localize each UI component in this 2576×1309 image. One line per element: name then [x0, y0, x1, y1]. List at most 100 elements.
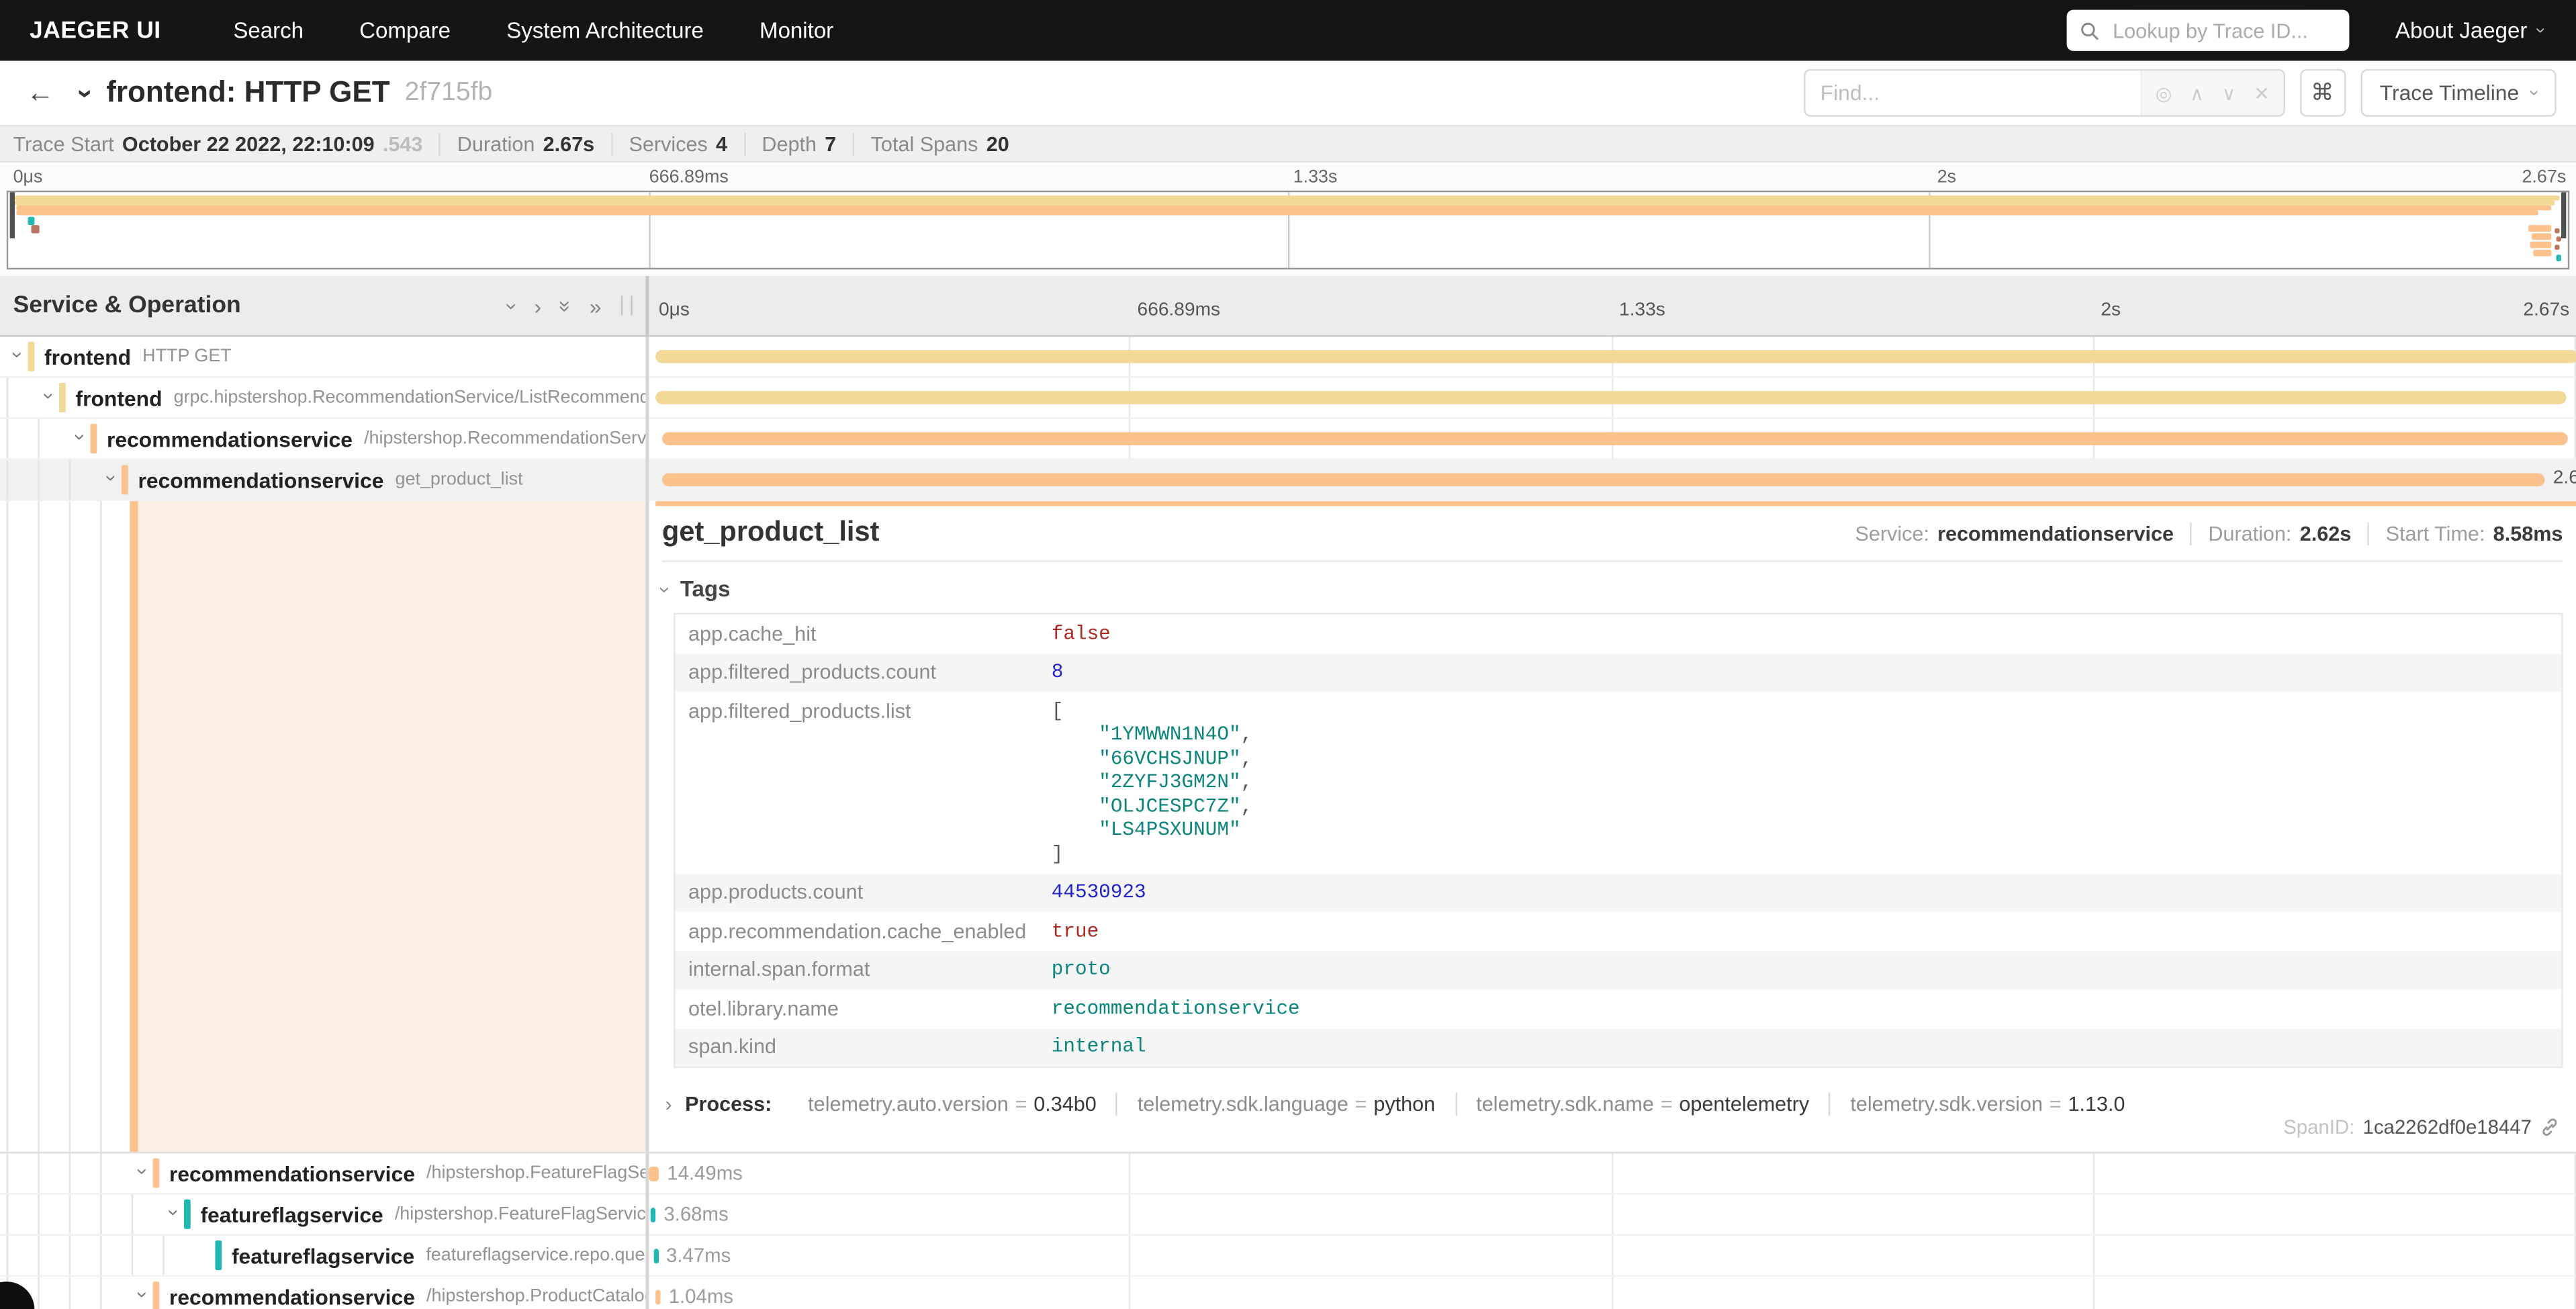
indent-guide: [38, 419, 39, 459]
keyboard-shortcuts-button[interactable]: ⌘: [2299, 69, 2346, 117]
minimap-canvas[interactable]: [7, 191, 2569, 269]
tag-list-item: "66VCHSJNUP",: [1052, 747, 1253, 770]
minimap-span-mark: [16, 205, 2551, 210]
span-operation-label: HTTP GET: [142, 347, 232, 366]
span-bar[interactable]: [653, 1248, 657, 1263]
expand-chevron-icon[interactable]: ›: [163, 1204, 185, 1220]
minimap-span-mark: [2530, 242, 2552, 249]
nav-item-monitor[interactable]: Monitor: [760, 18, 833, 43]
indent-guide: [100, 1153, 101, 1193]
span-bar[interactable]: [655, 1289, 660, 1304]
collapse-all-icon[interactable]: »: [553, 300, 578, 312]
trace-view-label: Trace Timeline: [2380, 81, 2519, 105]
nav-item-system-architecture[interactable]: System Architecture: [506, 18, 704, 43]
span-bar[interactable]: [662, 432, 2568, 445]
span-bar[interactable]: [662, 473, 2545, 487]
nav-item-compare[interactable]: Compare: [359, 18, 451, 43]
process-tag: telemetry.auto.version=0.34b0: [788, 1093, 1118, 1116]
span-color-bar: [184, 1200, 191, 1229]
span-labels: recommendationservice/hipstershop.Produc…: [169, 1277, 645, 1309]
minimap-span-mark: [2557, 255, 2561, 261]
indent-guide: [7, 378, 8, 418]
span-id-value: 1ca2262df0e18447: [2363, 1116, 2532, 1138]
process-row[interactable]: › Process: telemetry.auto.version=0.34b0…: [665, 1093, 2563, 1116]
span-row[interactable]: ›frontendgrpc.hipstershop.Recommendation…: [0, 378, 2576, 419]
expand-one-icon[interactable]: ›: [535, 294, 542, 318]
divider: [662, 560, 2563, 561]
timeline-columns-header: Service & Operation › › » » 0μs 666.89ms…: [0, 276, 2576, 337]
prev-match-icon[interactable]: ∧: [2190, 81, 2204, 104]
focus-match-icon[interactable]: ◎: [2156, 81, 2172, 104]
span-tree-cell: ›frontendHTTP GET: [0, 337, 645, 377]
process-label: Process:: [685, 1093, 772, 1116]
span-detail-row: get_product_list Service:recommendations…: [0, 501, 2576, 1152]
collapse-trace-chevron-icon[interactable]: ›: [68, 88, 101, 97]
about-jaeger-menu[interactable]: About Jaeger ›: [2395, 18, 2543, 43]
span-service-label: featureflagservice: [232, 1243, 414, 1268]
indent-guide: [132, 1236, 133, 1275]
app-brand[interactable]: JAEGER UI: [30, 17, 161, 44]
tag-row: app.recommendation.cache_enabledtrue: [675, 912, 2561, 950]
trace-lookup-input[interactable]: [2109, 17, 2336, 44]
expand-chevron-icon[interactable]: ›: [7, 347, 30, 363]
span-color-bar: [122, 465, 128, 494]
span-id-label: SpanID:: [2283, 1116, 2354, 1138]
span-row[interactable]: ›recommendationservice/hipstershop.Featu…: [0, 1153, 2576, 1194]
indent-guide: [38, 1277, 39, 1309]
span-duration-label: 1.04ms: [669, 1285, 733, 1308]
tag-key: app.recommendation.cache_enabled: [675, 912, 1038, 950]
span-service-label: recommendationservice: [169, 1161, 415, 1185]
span-timeline-cell: [645, 337, 2576, 377]
span-service-label: frontend: [76, 386, 163, 410]
span-color-bar: [153, 1281, 160, 1308]
span-detail-meta: Service:recommendationservice Duration:2…: [1839, 523, 2563, 545]
expand-chevron-icon[interactable]: ›: [132, 1163, 154, 1179]
collapse-one-icon[interactable]: ›: [500, 302, 525, 310]
indent-guide: [38, 1236, 39, 1275]
span-tree-cell: featureflagservicefeatureflagservice.rep…: [0, 1236, 645, 1275]
minimap-right-scrubber[interactable]: [2561, 192, 2566, 238]
span-row[interactable]: ›recommendationserviceget_product_list2.…: [0, 460, 2576, 501]
column-divider[interactable]: [645, 337, 649, 502]
expand-all-icon[interactable]: »: [590, 294, 602, 318]
span-row[interactable]: › recommendationservice/hipstershop.Produ…: [0, 1277, 2576, 1309]
column-divider[interactable]: [645, 501, 649, 1152]
back-button[interactable]: ←: [26, 77, 54, 109]
column-resizer-handle[interactable]: [621, 296, 633, 315]
minimap-span-mark: [31, 225, 39, 232]
span-row[interactable]: ›frontendHTTP GET: [0, 337, 2576, 378]
tag-key: app.filtered_products.count: [675, 653, 1038, 691]
minimap-ruler: 0μs 666.89ms 1.33s 2s 2.67s: [0, 163, 2576, 191]
tag-key: span.kind: [675, 1028, 1038, 1066]
minimap-left-scrubber[interactable]: [10, 192, 15, 238]
expand-chevron-icon[interactable]: ›: [38, 388, 60, 404]
link-icon[interactable]: [2540, 1118, 2559, 1137]
tags-section-header[interactable]: › Tags: [662, 577, 2563, 602]
tag-list-bracket: ]: [1052, 842, 1253, 866]
span-color-bar: [28, 342, 35, 371]
find-input[interactable]: [1806, 71, 2141, 115]
expand-chevron-icon[interactable]: ›: [69, 429, 92, 445]
indent-guide: [7, 1236, 8, 1275]
trace-view-selector[interactable]: Trace Timeline ›: [2360, 69, 2556, 117]
indent-guide: [100, 1195, 101, 1234]
span-bar[interactable]: [655, 391, 2566, 404]
column-divider[interactable]: [645, 1153, 649, 1308]
span-row[interactable]: ›featureflagservice/hipstershop.FeatureF…: [0, 1195, 2576, 1236]
minimap-span-mark: [2533, 250, 2551, 257]
span-bar[interactable]: [649, 1166, 659, 1181]
span-bar[interactable]: [655, 350, 2576, 363]
span-row[interactable]: featureflagservicefeatureflagservice.rep…: [0, 1236, 2576, 1277]
span-service-label: recommendationservice: [169, 1284, 415, 1309]
nav-item-search[interactable]: Search: [233, 18, 304, 43]
span-row[interactable]: ›recommendationservice/hipstershop.Recom…: [0, 419, 2576, 460]
clear-find-icon[interactable]: ✕: [2254, 81, 2270, 104]
expand-chevron-icon[interactable]: ›: [132, 1287, 154, 1303]
next-match-icon[interactable]: ∨: [2222, 81, 2236, 104]
span-bar[interactable]: [651, 1207, 655, 1222]
tag-row: app.filtered_products.count8: [675, 653, 2561, 691]
minimap-span-mark: [2557, 236, 2561, 240]
indent-guide: [7, 1153, 8, 1193]
span-color-bar: [91, 424, 97, 453]
expand-chevron-icon[interactable]: ›: [100, 470, 123, 486]
